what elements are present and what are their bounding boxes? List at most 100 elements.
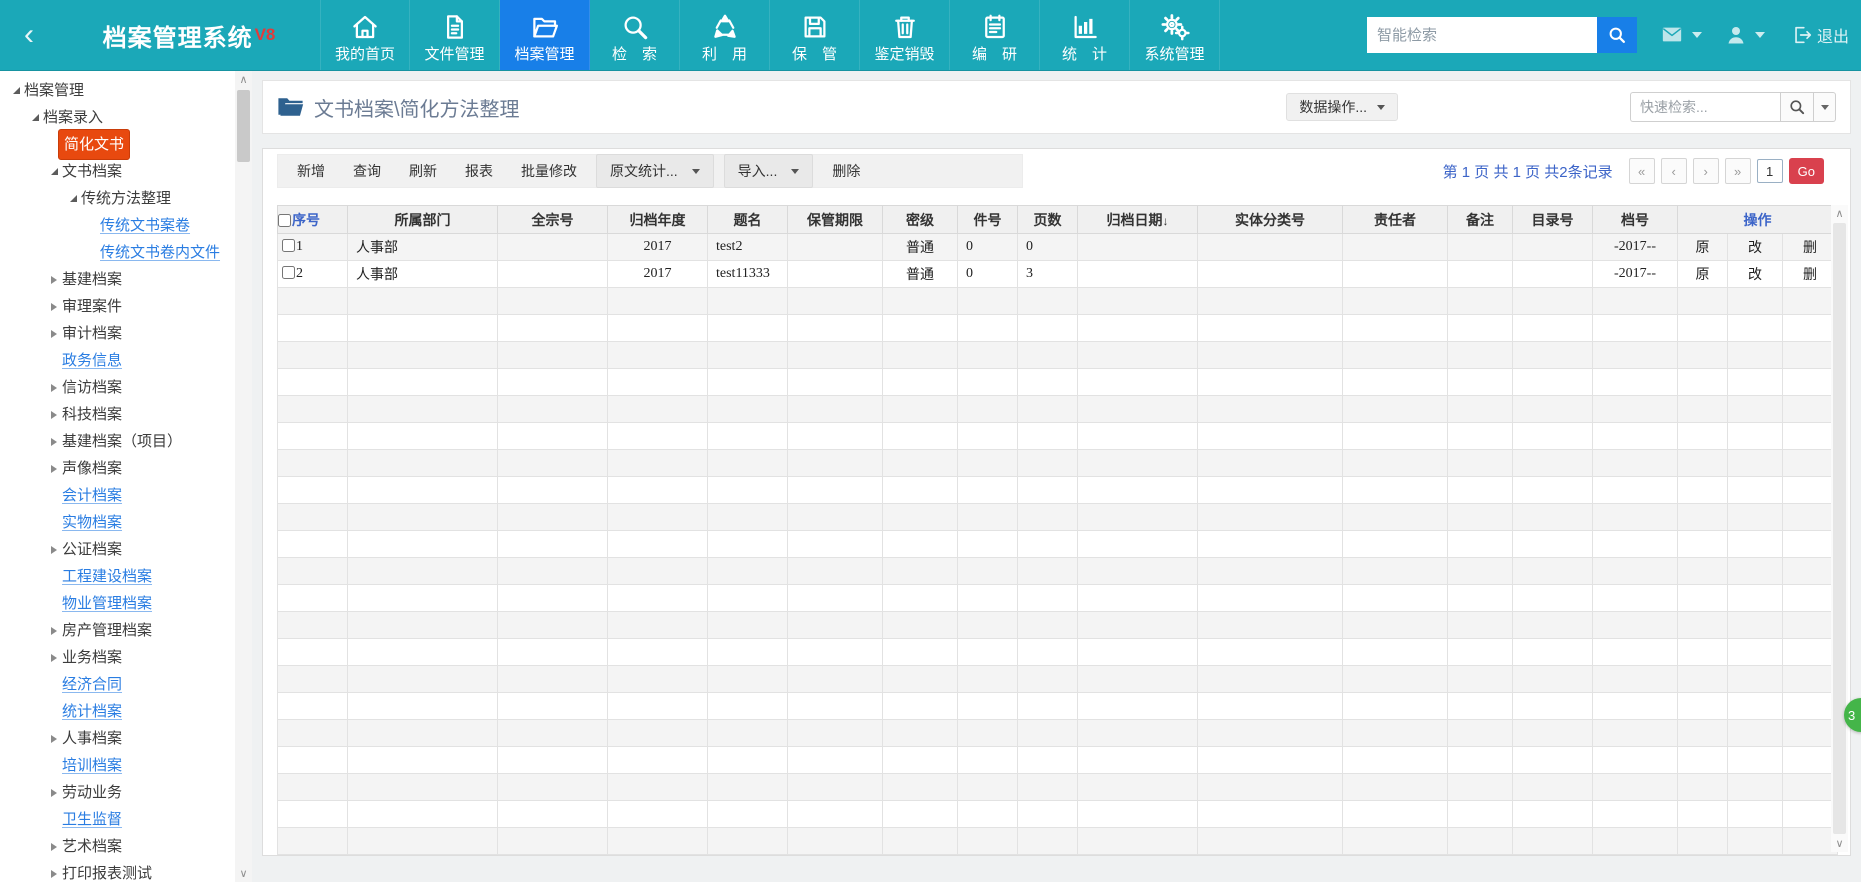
scroll-up-icon[interactable]: ∧ — [235, 71, 252, 88]
tree-item-label[interactable]: 档案管理 — [24, 77, 84, 104]
tree-item[interactable]: 会计档案 — [0, 482, 234, 509]
column-header[interactable]: 页数 — [1018, 206, 1078, 234]
mail-menu[interactable] — [1659, 24, 1702, 46]
scroll-up-icon[interactable]: ∧ — [1831, 205, 1848, 222]
scrollbar-thumb[interactable] — [1833, 223, 1846, 834]
tree-expanded-icon[interactable] — [46, 164, 62, 180]
tree-item[interactable]: 基建档案（项目） — [0, 428, 234, 455]
tree-collapsed-icon[interactable] — [46, 272, 62, 288]
tree-collapsed-icon[interactable] — [46, 839, 62, 855]
column-header[interactable]: 归档日期↓ — [1078, 206, 1198, 234]
action-delete[interactable]: 删 — [1803, 268, 1817, 283]
tree-item[interactable]: 档案管理 — [0, 77, 234, 104]
column-header[interactable]: 备注 — [1448, 206, 1513, 234]
quick-search-options[interactable] — [1814, 92, 1836, 122]
tree-item[interactable]: 艺术档案 — [0, 833, 234, 860]
tree-collapsed-icon[interactable] — [46, 434, 62, 450]
tree-collapsed-icon[interactable] — [46, 623, 62, 639]
tree-item[interactable]: 政务信息 — [0, 347, 234, 374]
toolbar-button[interactable]: 刷新 — [396, 155, 450, 187]
nav-item[interactable]: 鉴定销毁 — [860, 0, 950, 70]
tree-item[interactable]: 传统文书卷内文件 — [0, 239, 234, 266]
tree-expanded-icon[interactable] — [65, 191, 81, 207]
sidebar-scrollbar[interactable]: ∧ ∨ — [235, 71, 252, 882]
tree-item[interactable]: 卫生监督 — [0, 806, 234, 833]
tree-item-label[interactable]: 声像档案 — [62, 455, 122, 482]
tree-expanded-icon[interactable] — [8, 83, 24, 99]
tree-item[interactable]: 声像档案 — [0, 455, 234, 482]
tree-item[interactable]: 劳动业务 — [0, 779, 234, 806]
tree-item-label[interactable]: 打印报表测试 — [62, 860, 152, 882]
user-menu[interactable] — [1724, 23, 1765, 47]
toolbar-button[interactable]: 删除 — [819, 155, 873, 187]
tree-item[interactable]: 文书档案 — [0, 158, 234, 185]
tree-collapsed-icon[interactable] — [46, 299, 62, 315]
tree-item-label[interactable]: 传统文书卷内文件 — [100, 239, 220, 266]
data-operations-dropdown[interactable]: 数据操作... — [1286, 93, 1398, 121]
table-scrollbar[interactable]: ∧ ∨ — [1831, 205, 1848, 852]
column-header[interactable]: 所属部门 — [348, 206, 498, 234]
tree-item-label[interactable]: 会计档案 — [62, 482, 122, 509]
nav-item[interactable]: 检 索 — [590, 0, 680, 70]
tree-item-label[interactable]: 统计档案 — [62, 698, 122, 725]
column-header[interactable]: 全宗号 — [498, 206, 608, 234]
tree-item-label[interactable]: 信访档案 — [62, 374, 122, 401]
column-header[interactable]: 序号 — [278, 206, 348, 234]
action-original[interactable]: 原 — [1696, 268, 1710, 283]
tree-item-label[interactable]: 传统文书案卷 — [100, 212, 190, 239]
column-header[interactable]: 密级 — [883, 206, 958, 234]
tree-item-label[interactable]: 艺术档案 — [62, 833, 122, 860]
tree-item-label[interactable]: 公证档案 — [62, 536, 122, 563]
nav-item[interactable]: 保 管 — [770, 0, 860, 70]
nav-item[interactable]: 我的首页 — [320, 0, 410, 70]
tree-collapsed-icon[interactable] — [46, 461, 62, 477]
tree-collapsed-icon[interactable] — [46, 542, 62, 558]
column-header[interactable]: 题名 — [708, 206, 788, 234]
tree-item-label[interactable]: 物业管理档案 — [62, 590, 152, 617]
quick-search-button[interactable] — [1780, 92, 1814, 122]
tree-item-label[interactable]: 文书档案 — [62, 158, 122, 185]
toolbar-dropdown[interactable]: 原文统计... — [596, 154, 714, 188]
nav-item[interactable]: 文件管理 — [410, 0, 500, 70]
tree-item[interactable]: 统计档案 — [0, 698, 234, 725]
row-checkbox[interactable] — [282, 239, 295, 252]
tree-item[interactable]: 业务档案 — [0, 644, 234, 671]
tree-item-label[interactable]: 简化文书 — [58, 129, 130, 160]
tree-item[interactable]: 信访档案 — [0, 374, 234, 401]
nav-item[interactable]: 档案管理 — [500, 0, 590, 70]
column-header[interactable]: 档号 — [1593, 206, 1678, 234]
page-number-input[interactable] — [1757, 159, 1783, 183]
toolbar-button[interactable]: 报表 — [452, 155, 506, 187]
tree-item[interactable]: 物业管理档案 — [0, 590, 234, 617]
tree-item[interactable]: 科技档案 — [0, 401, 234, 428]
tree-item-label[interactable]: 工程建设档案 — [62, 563, 152, 590]
tree-item[interactable]: 基建档案 — [0, 266, 234, 293]
column-header[interactable]: 件号 — [958, 206, 1018, 234]
back-button[interactable]: ‹ — [0, 0, 58, 70]
toolbar-button[interactable]: 批量修改 — [508, 155, 590, 187]
tree-item[interactable]: 公证档案 — [0, 536, 234, 563]
tree-item-label[interactable]: 档案录入 — [43, 104, 103, 131]
nav-item[interactable]: 利 用 — [680, 0, 770, 70]
column-header[interactable]: 归档年度 — [608, 206, 708, 234]
nav-item[interactable]: 系统管理 — [1130, 0, 1220, 70]
scroll-down-icon[interactable]: ∨ — [235, 865, 252, 882]
tree-item-label[interactable]: 培训档案 — [62, 752, 122, 779]
tree-item-label[interactable]: 房产管理档案 — [62, 617, 152, 644]
go-button[interactable]: Go — [1789, 158, 1824, 184]
tree-item-label[interactable]: 劳动业务 — [62, 779, 122, 806]
select-all-checkbox[interactable] — [278, 214, 291, 227]
tree-item[interactable]: 审计档案 — [0, 320, 234, 347]
tree-collapsed-icon[interactable] — [46, 326, 62, 342]
smart-search-button[interactable] — [1597, 17, 1637, 53]
tree-item[interactable]: 培训档案 — [0, 752, 234, 779]
tree-item[interactable]: 经济合同 — [0, 671, 234, 698]
tree-collapsed-icon[interactable] — [46, 785, 62, 801]
tree-item[interactable]: 实物档案 — [0, 509, 234, 536]
column-header[interactable]: 操作 — [1678, 206, 1838, 234]
column-header[interactable]: 目录号 — [1513, 206, 1593, 234]
tree-collapsed-icon[interactable] — [46, 731, 62, 747]
column-header[interactable]: 保管期限 — [788, 206, 883, 234]
tree-item[interactable]: 简化文书 — [0, 131, 234, 158]
column-header[interactable]: 实体分类号 — [1198, 206, 1343, 234]
